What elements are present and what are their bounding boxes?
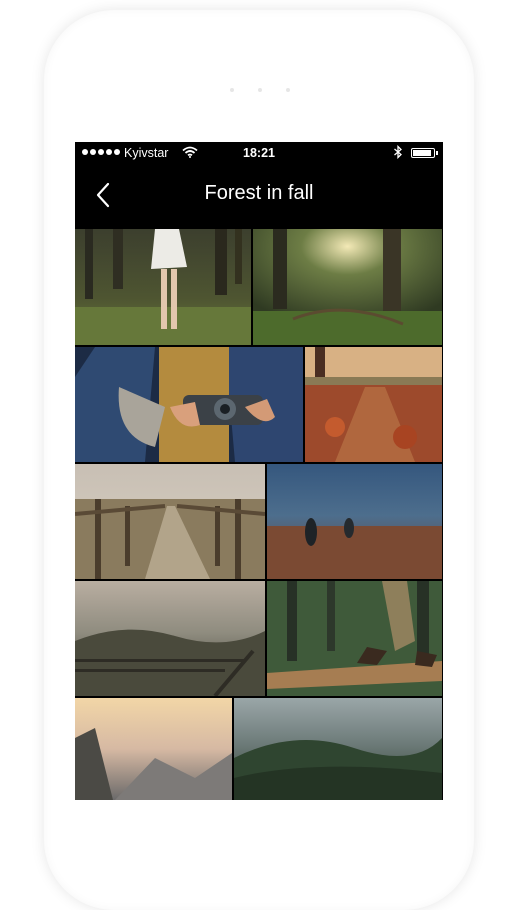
status-bar: Kyivstar 18:21 [75, 142, 443, 164]
phone-screen: Kyivstar 18:21 Forest in fall [75, 142, 443, 800]
photo-thumbnail[interactable] [75, 698, 232, 800]
page-title: Forest in fall [204, 182, 314, 204]
photo-thumbnail[interactable] [253, 229, 442, 345]
navigation-bar: Forest in fall [75, 164, 443, 226]
photo-thumbnail[interactable] [267, 581, 442, 696]
bezel-speaker-dot [258, 88, 262, 92]
bezel-speaker-dot [286, 88, 290, 92]
clock-time: 18:21 [243, 146, 275, 160]
photo-thumbnail[interactable] [75, 464, 265, 579]
bezel-speaker-dot [230, 88, 234, 92]
photo-thumbnail[interactable] [234, 698, 442, 800]
photo-thumbnail[interactable] [75, 347, 303, 462]
battery-icon [411, 148, 438, 158]
photo-thumbnail[interactable] [75, 581, 265, 696]
photo-thumbnail[interactable] [267, 464, 442, 579]
bluetooth-icon [394, 145, 402, 159]
photo-thumbnail[interactable] [75, 229, 251, 345]
photo-gallery [75, 226, 443, 800]
photo-thumbnail[interactable] [305, 347, 442, 462]
